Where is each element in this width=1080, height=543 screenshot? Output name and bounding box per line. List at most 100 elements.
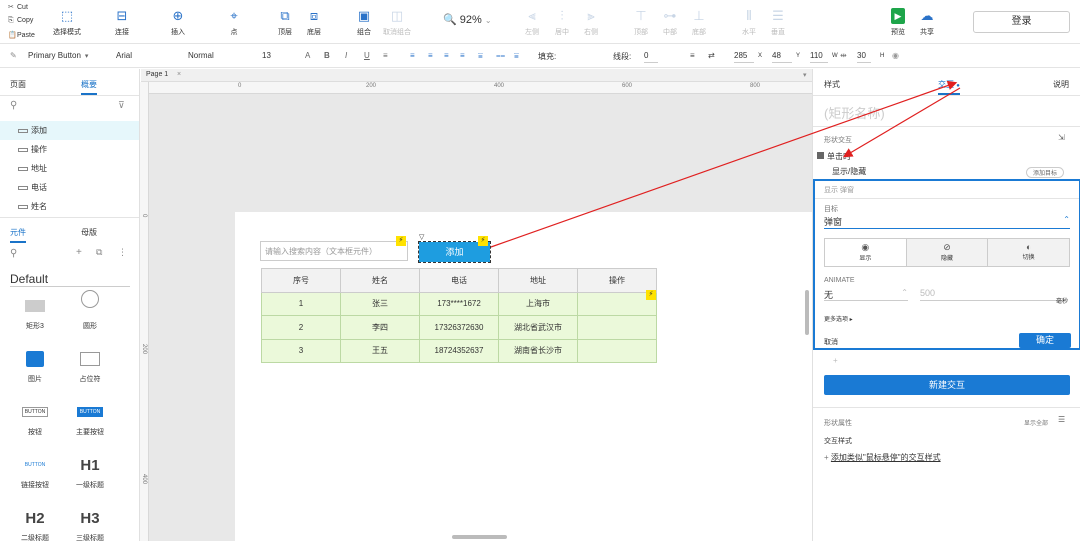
mode-option[interactable]: ◉ 显示 <box>825 239 906 266</box>
zoom-select[interactable]: 🔍 92% ⌄ <box>443 13 492 26</box>
align-left-icon[interactable]: ≡ <box>410 51 415 60</box>
align-center-icon[interactable]: ≡ <box>428 51 433 60</box>
paste-button[interactable]: 📋Paste <box>8 31 35 39</box>
height-input[interactable]: 30 <box>857 50 871 63</box>
valign-top-icon[interactable]: ⩸ <box>478 51 483 61</box>
add-target-button[interactable]: 添加目标 <box>1026 167 1065 178</box>
action-row[interactable]: 显示/隐藏 <box>832 166 866 177</box>
valign-bottom-icon[interactable]: ⩸ <box>514 51 519 61</box>
new-interaction-button[interactable]: 新建交互 <box>824 375 1070 395</box>
arrow-style-icon[interactable]: ⇄ <box>708 51 715 60</box>
toolbar-button-15[interactable]: ☰ 垂直 <box>760 8 796 37</box>
more-options-link[interactable]: 更多选项 ▸ <box>824 314 853 323</box>
toolbar-button-label: 选择模式 <box>53 29 81 36</box>
widget-item[interactable]: H2 二级标题 <box>10 503 60 543</box>
filter-icon[interactable]: ⊽ <box>118 100 125 111</box>
widget-item[interactable]: 矩形3 <box>10 291 60 331</box>
italic-icon[interactable]: I <box>345 51 347 60</box>
tab-page1[interactable]: Page 1 <box>146 71 168 78</box>
rotate-handle-icon[interactable]: ▽ <box>419 233 424 241</box>
toolbar-button-2[interactable]: ⊕ 插入 <box>160 8 196 37</box>
widget-item[interactable]: BUTTON 链接按钮 <box>10 450 60 490</box>
text-color-icon[interactable]: A <box>305 51 310 60</box>
target-select[interactable]: 弹窗 ⌃ <box>824 215 1070 229</box>
toolbar-button-7[interactable]: ◫ 取消组合 <box>379 8 415 37</box>
valign-middle-icon[interactable]: ⩵ <box>496 51 505 61</box>
shape-name-input[interactable]: (矩形名称) <box>824 103 885 122</box>
library-select[interactable]: Default <box>10 272 48 286</box>
width-input[interactable]: 110 <box>810 50 828 63</box>
widget-item[interactable]: H3 三级标题 <box>65 503 115 543</box>
close-tab-icon[interactable]: × <box>177 71 181 78</box>
align-right-icon[interactable]: ≡ <box>444 51 449 60</box>
toolbar-button-0[interactable]: ⬚ 选择模式 <box>49 8 85 37</box>
search-textbox[interactable]: 请输入搜索内容（文本框元件） <box>260 241 408 261</box>
tab-style[interactable]: 样式 <box>824 79 840 90</box>
more-icon[interactable]: ⋮ <box>118 247 127 258</box>
outline-item[interactable]: 添加 <box>0 121 139 140</box>
toolbar-button-17[interactable]: ☁ 共享 <box>909 8 945 37</box>
weight-select[interactable]: Normal <box>188 51 214 60</box>
toolbar-button-1[interactable]: ⊟ 连接 <box>104 8 140 37</box>
event-row[interactable]: 单击时 <box>817 151 851 162</box>
outline-item[interactable]: 电话 <box>0 178 139 197</box>
table-cell: 上海市 <box>498 291 578 316</box>
mode-option[interactable]: ⊘ 隐藏 <box>905 239 988 266</box>
canvas-scrollbar-v[interactable] <box>805 290 809 335</box>
visibility-icon[interactable]: ◉ <box>892 51 899 60</box>
outline-item[interactable]: 地址 <box>0 159 139 178</box>
widget-item[interactable]: 占位符 <box>65 344 115 384</box>
tab-menu-icon[interactable]: ▾ <box>803 71 807 79</box>
toolbar-button-5[interactable]: ⧈ 底层 <box>296 8 332 37</box>
animate-select[interactable]: 无 ⌃ <box>824 288 908 301</box>
tab-notes[interactable]: 说明 <box>1053 79 1069 90</box>
toolbar-button-13[interactable]: ⊥ 底部 <box>681 8 717 37</box>
line-style-icon[interactable]: ≡ <box>690 51 695 60</box>
line-width-input[interactable]: 0 <box>644 50 658 63</box>
tab-masters[interactable]: 母版 <box>81 227 97 238</box>
widget-search-icon[interactable]: ⚲ <box>10 248 17 259</box>
outline-item[interactable]: 姓名 <box>0 197 139 216</box>
canvas-scrollbar-h[interactable] <box>452 535 507 539</box>
y-input[interactable]: 48 <box>772 50 792 63</box>
copy-button[interactable]: ⎘ Copy <box>8 17 33 25</box>
widget-item[interactable]: BUTTON 按钮 <box>10 397 60 437</box>
list-icon[interactable]: ≡ <box>383 51 388 60</box>
style-select[interactable]: Primary Button <box>28 51 88 60</box>
outline-item[interactable]: 操作 <box>0 140 139 159</box>
toolbar-button-6[interactable]: ▣ 组合 <box>346 8 382 37</box>
tab-pages[interactable]: 页面 <box>10 79 26 90</box>
collapse-icon[interactable]: ⇲ <box>1058 133 1065 142</box>
library-copy-icon[interactable]: ⧉ <box>96 247 102 258</box>
login-button[interactable]: 登录 <box>973 11 1070 33</box>
duration-input[interactable]: 500 <box>920 288 1066 301</box>
mode-option[interactable]: ◐ 切换 <box>987 239 1070 266</box>
underline-icon[interactable]: U <box>364 51 370 60</box>
add-hover-style-link[interactable]: + 添加类似"鼠标悬停"的交互样式 <box>824 452 941 463</box>
font-size-select[interactable]: 13 <box>262 51 271 60</box>
tab-widgets[interactable]: 元件 <box>10 227 26 243</box>
toolbar-button-3[interactable]: ⌖ 点 <box>216 8 252 37</box>
toolbar-button-10[interactable]: ⫸ 右侧 <box>573 8 609 37</box>
search-icon[interactable]: ⚲ <box>10 100 17 111</box>
cancel-button[interactable]: 取消 <box>824 337 838 347</box>
show-all-link[interactable]: 显示全部 <box>1024 418 1048 427</box>
ok-button[interactable]: 确定 <box>1019 333 1071 348</box>
widget-item[interactable]: H1 一级标题 <box>65 450 115 490</box>
align-justify-icon[interactable]: ≡ <box>460 51 465 60</box>
widget-item[interactable]: 图片 <box>10 344 60 384</box>
add-library-icon[interactable]: + <box>76 247 82 258</box>
toolbar-button-label: 连接 <box>115 29 129 36</box>
cut-button[interactable]: ✂ Cut <box>8 3 28 11</box>
x-input[interactable]: 285 <box>734 50 754 63</box>
bold-icon[interactable]: B <box>324 51 330 60</box>
tab-outline[interactable]: 概要 <box>81 79 97 95</box>
tab-interactions[interactable]: 交互 ● <box>938 79 960 95</box>
add-event-icon[interactable]: + <box>833 356 838 365</box>
menu-icon[interactable]: ☰ <box>1058 415 1065 424</box>
widget-item[interactable]: 圆形 <box>65 290 115 331</box>
lock-ratio-icon[interactable]: ⇹ <box>840 51 847 60</box>
widget-item[interactable]: BUTTON 主要按钮 <box>65 397 115 437</box>
font-select[interactable]: Arial <box>116 51 132 60</box>
rectangle-icon <box>18 166 28 171</box>
